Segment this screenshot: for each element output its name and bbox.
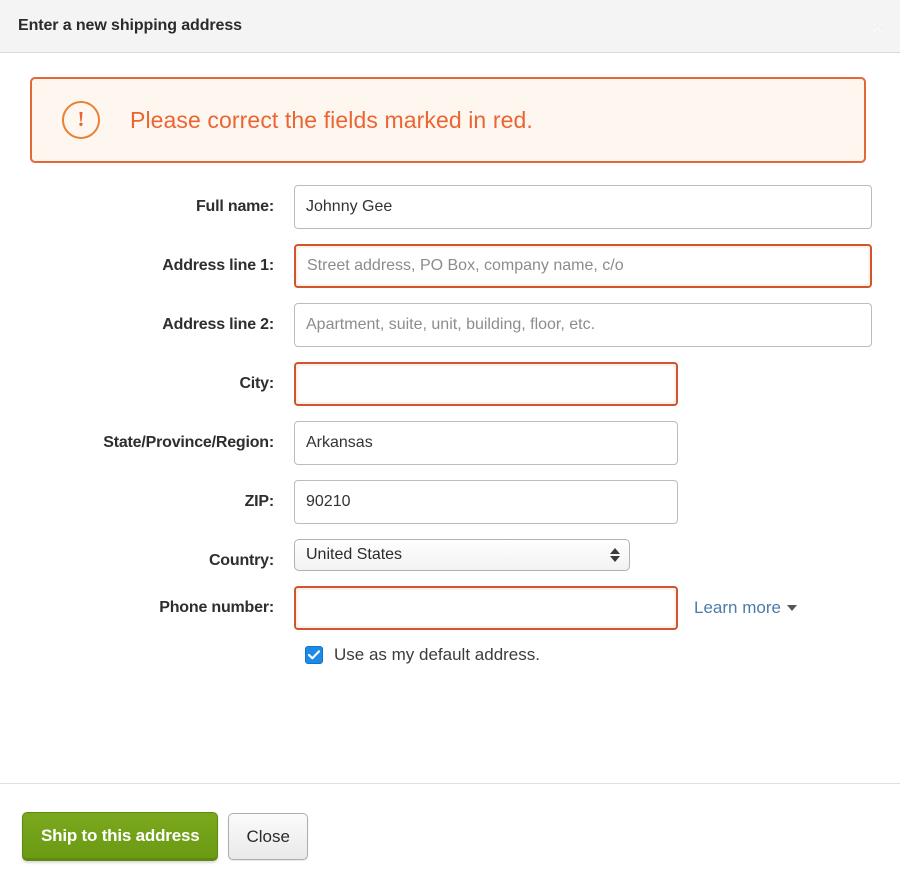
full-name-input[interactable] [294,185,872,229]
label-city: City: [239,375,274,392]
form-row-city: City: [28,362,872,406]
ship-to-this-address-button[interactable]: Ship to this address [22,812,219,861]
chevron-down-icon [786,605,797,611]
field-wrap-full-name [294,185,872,229]
form-row-address-line-1: Address line 1: [28,244,872,288]
form-row-zip: ZIP: [28,480,872,524]
error-alert: ! Please correct the fields marked in re… [30,77,866,163]
shipping-address-dialog: Enter a new shipping address × ! Please … [0,0,900,889]
field-wrap-state [294,421,678,465]
form-row-default-address: Use as my default address. [28,645,872,665]
country-select[interactable]: United States [294,539,630,571]
city-input[interactable] [294,362,678,406]
field-wrap-zip [294,480,678,524]
field-wrap-city [294,362,678,406]
form-row-address-line-2: Address line 2: [28,303,872,347]
form-row-phone: Phone number: Learn more [28,586,872,630]
field-wrap-country: United States [294,539,630,571]
form-row-full-name: Full name: [28,185,872,229]
dialog-footer: Ship to this address Close [0,783,900,889]
close-button[interactable]: Close [228,813,308,860]
address-line-1-input[interactable] [294,244,872,288]
label-state: State/Province/Region: [103,434,274,451]
field-wrap-phone: Learn more [294,586,797,630]
field-wrap-address-line-1 [294,244,872,288]
check-icon [308,650,320,660]
default-address-label: Use as my default address. [334,645,540,664]
alert-exclamation-icon: ! [62,101,100,139]
form-row-country: Country: United States [28,539,872,571]
alert-exclamation-glyph: ! [77,106,85,131]
learn-more-link[interactable]: Learn more [694,598,797,618]
form-row-state: State/Province/Region: [28,421,872,465]
label-country: Country: [208,552,274,569]
label-address-line-1: Address line 1: [162,257,274,274]
phone-number-input[interactable] [294,586,678,630]
address-form: Full name: Address line 1: Address line … [28,185,872,665]
dialog-body: ! Please correct the fields marked in re… [0,53,900,665]
field-wrap-address-line-2 [294,303,872,347]
default-address-checkbox[interactable] [305,646,323,664]
address-line-2-input[interactable] [294,303,872,347]
learn-more-label: Learn more [694,598,781,617]
label-full-name: Full name: [195,198,274,215]
zip-input[interactable] [294,480,678,524]
label-address-line-2: Address line 2: [162,316,274,333]
close-icon[interactable]: × [871,15,884,37]
page-title: Enter a new shipping address [18,17,242,34]
label-phone: Phone number: [159,599,274,616]
country-select-value: United States [306,546,403,563]
error-alert-message: Please correct the fields marked in red. [130,106,533,133]
label-zip: ZIP: [244,493,275,510]
dialog-header: Enter a new shipping address × [0,0,900,53]
country-select-wrap: United States [294,539,630,571]
state-input[interactable] [294,421,678,465]
